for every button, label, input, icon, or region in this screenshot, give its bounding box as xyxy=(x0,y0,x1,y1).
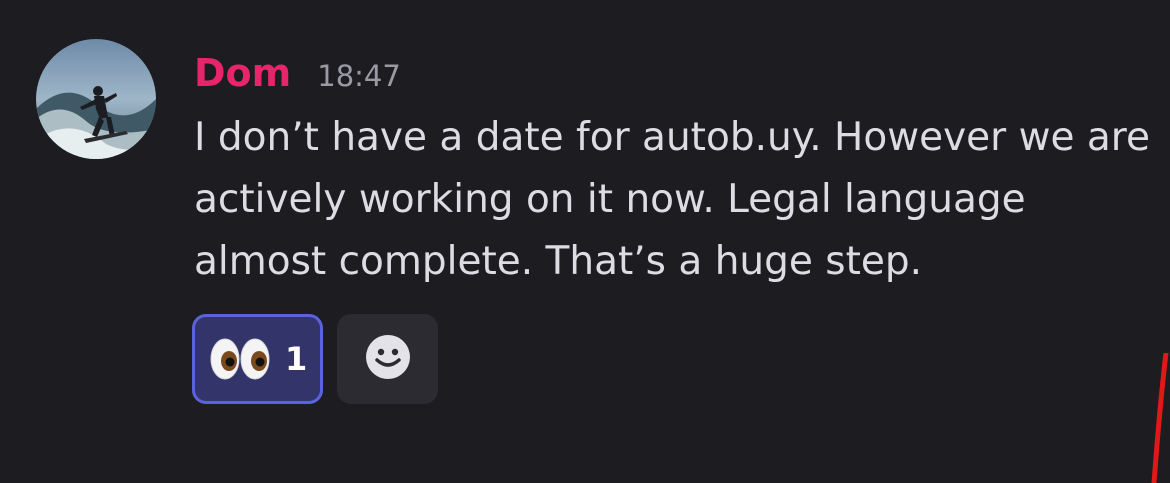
smiley-add-reaction-icon xyxy=(363,332,413,386)
reaction-eyes-button[interactable]: 1 xyxy=(192,314,323,404)
surfer-avatar-icon xyxy=(36,39,156,159)
avatar[interactable] xyxy=(36,39,156,159)
reaction-count: 1 xyxy=(285,340,308,378)
message-text: I don’t have a date for autob.uy. Howeve… xyxy=(194,115,1150,284)
message-view: Dom 18:47 I don’t have a date for autob.… xyxy=(0,0,1170,483)
username[interactable]: Dom xyxy=(194,48,291,98)
eyes-icon xyxy=(209,336,271,382)
timestamp: 18:47 xyxy=(317,59,401,93)
red-annotation-stroke xyxy=(1151,353,1169,483)
message-header: Dom 18:47 xyxy=(194,48,401,101)
add-reaction-button[interactable] xyxy=(337,314,438,404)
reactions-bar: 1 xyxy=(192,314,438,404)
